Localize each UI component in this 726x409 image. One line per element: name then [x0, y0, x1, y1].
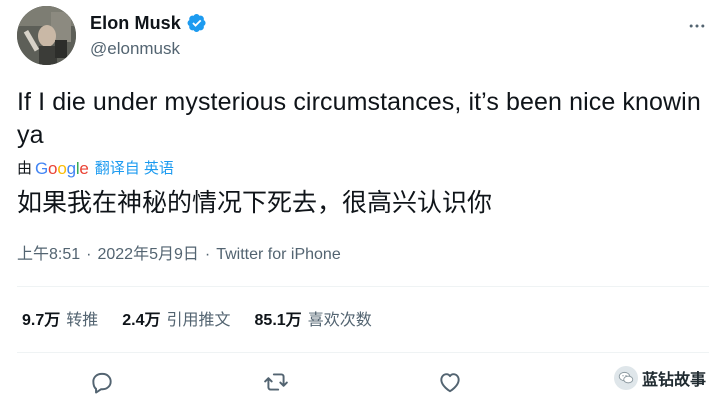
likes-stat[interactable]: 85.1万 喜欢次数	[255, 311, 372, 331]
avatar[interactable]	[17, 6, 76, 65]
wechat-logo-icon	[613, 366, 638, 390]
google-logo-letter: G	[35, 159, 49, 178]
translated-text: 如果我在神秘的情况下死去，很高兴认识你	[17, 189, 493, 217]
retweet-button[interactable]	[259, 365, 293, 399]
heart-icon	[440, 373, 460, 393]
tweet-date[interactable]: 2022年5月9日	[97, 245, 198, 265]
google-logo-letter: g	[66, 159, 76, 178]
tweet-meta: 上午8:51 · 2022年5月9日 · Twitter for iPhone	[17, 245, 341, 265]
google-logo-letter: o	[57, 159, 67, 178]
watermark: 蓝钻故事	[613, 366, 706, 390]
tweet-source[interactable]: Twitter for iPhone	[216, 245, 341, 265]
translated-by-label: 由	[17, 160, 33, 177]
watermark-text: 蓝钻故事	[641, 372, 706, 389]
like-button[interactable]	[433, 365, 467, 399]
google-logo-letter: o	[48, 159, 58, 178]
author-name-row: Elon Musk	[90, 12, 207, 34]
google-logo: Google	[35, 159, 89, 179]
tweet-text: If I die under mysterious circumstances,…	[17, 88, 701, 149]
likes-label: 喜欢次数	[307, 312, 372, 329]
google-logo-letter: e	[79, 159, 89, 178]
translated-from-link[interactable]: 翻译自 英语	[95, 159, 174, 179]
quotes-label: 引用推文	[166, 312, 231, 329]
reply-button[interactable]	[85, 365, 119, 399]
translation-attribution: 由 Google 翻译自 英语	[17, 159, 174, 179]
tweet-stats: 9.7万 转推 2.4万 引用推文 85.1万 喜欢次数	[22, 311, 396, 331]
tweet-time[interactable]: 上午8:51	[17, 245, 80, 265]
divider	[17, 286, 709, 287]
author-handle[interactable]: @elonmusk	[90, 39, 180, 59]
divider	[17, 352, 709, 353]
display-name[interactable]: Elon Musk	[90, 12, 181, 34]
verified-badge-icon	[187, 13, 207, 33]
retweet-icon	[264, 373, 288, 391]
retweets-stat[interactable]: 9.7万 转推	[22, 311, 98, 331]
likes-count: 85.1万	[254, 312, 302, 329]
more-options-button[interactable]	[685, 14, 709, 38]
quotes-stat[interactable]: 2.4万 引用推文	[122, 311, 230, 331]
meta-separator: ·	[204, 246, 211, 263]
meta-separator: ·	[86, 246, 92, 263]
more-dots-icon	[689, 24, 705, 28]
quotes-count: 2.4万	[122, 312, 161, 329]
reply-icon	[92, 372, 112, 394]
retweets-count: 9.7万	[22, 312, 61, 329]
retweets-label: 转推	[66, 312, 99, 329]
avatar-image	[17, 6, 76, 65]
